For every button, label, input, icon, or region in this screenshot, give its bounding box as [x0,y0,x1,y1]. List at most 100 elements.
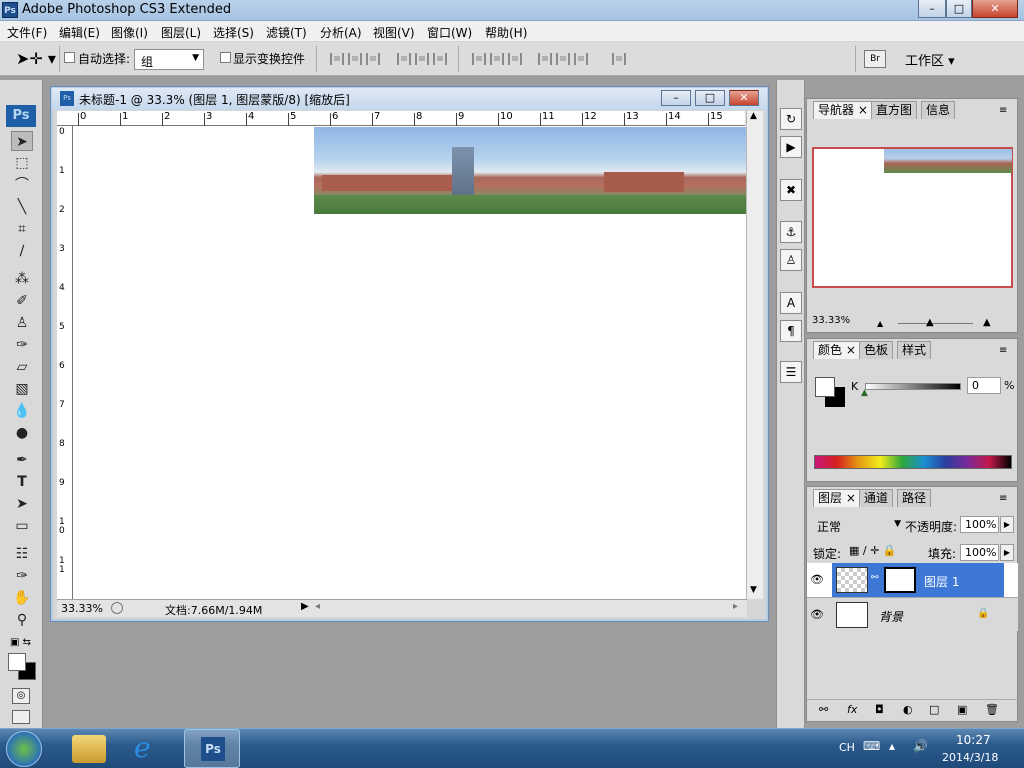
distribute-vcenter-icon[interactable] [490,53,504,65]
menu-filter[interactable]: 滤镜(T) [266,24,307,41]
menu-view[interactable]: 视图(V) [373,24,415,41]
doc-maximize-button[interactable]: □ [695,90,725,106]
clone-stamp-tool-icon[interactable]: ♙ [11,313,33,333]
menu-help[interactable]: 帮助(H) [485,24,527,41]
align-left-icon[interactable] [397,53,411,65]
menu-file[interactable]: 文件(F) [7,24,47,41]
path-selection-tool-icon[interactable]: ➤ [11,494,33,514]
pen-tool-icon[interactable]: ✒ [11,450,33,470]
align-vcenter-icon[interactable] [348,53,362,65]
tool-presets-icon[interactable]: ✖ [780,179,802,201]
scroll-up-icon[interactable]: ▲ [750,111,757,121]
doc-minimize-button[interactable]: – [661,90,691,106]
fill-arrow-icon[interactable]: ▶ [1000,544,1014,561]
k-slider[interactable] [865,383,961,390]
type-tool-icon[interactable]: T [11,472,33,492]
start-button[interactable] [6,731,42,767]
k-slider-thumb[interactable]: ▲ [861,388,868,398]
chain-icon[interactable]: ⚯ [871,573,879,583]
lock-icons[interactable]: ▦ ∕ ✛ 🔒 [849,544,897,557]
move-tool-preset-icon[interactable]: ➤✛ ▾ [16,49,56,68]
history-icon[interactable]: ↻ [780,108,802,130]
tab-histogram[interactable]: 直方图 [871,101,918,119]
character-icon[interactable]: A [780,292,802,314]
gradient-tool-icon[interactable]: ▧ [11,379,33,399]
actions-icon[interactable]: ▶ [780,136,802,158]
notes-icon[interactable]: ☰ [780,361,802,383]
tab-channels[interactable]: 通道 [859,489,894,507]
color-ramp[interactable] [814,455,1012,469]
status-icon[interactable] [111,602,123,614]
dodge-tool-icon[interactable]: ● [11,423,33,443]
align-right-icon[interactable] [433,53,447,65]
eye-icon[interactable]: 👁 [810,608,824,621]
magic-wand-tool-icon[interactable]: ╲ [11,197,33,217]
new-layer-icon[interactable]: ▣ [957,703,967,716]
ps-logo[interactable]: Ps [6,105,36,127]
slice-tool-icon[interactable]: ∕ [11,241,33,261]
vertical-scrollbar[interactable]: ▲ ▼ [746,111,763,599]
clone-source-icon[interactable]: ♙ [780,249,802,271]
move-tool-icon[interactable]: ➤ [11,131,33,151]
align-hcenter-icon[interactable] [415,53,429,65]
show-transform-checkbox[interactable] [220,52,231,66]
scroll-right-icon[interactable]: ▸ [733,601,738,612]
menu-analysis[interactable]: 分析(A) [320,24,362,41]
distribute-left-icon[interactable] [538,53,552,65]
navigator-preview[interactable] [812,147,1013,288]
fill-input[interactable]: 100% [960,544,999,561]
tray-arrow-icon[interactable]: ▴ [889,739,895,753]
zoom-out-icon[interactable]: ▲ [877,319,883,328]
panel-menu-icon[interactable]: ≡ [999,105,1007,116]
doc-close-button[interactable]: ✕ [729,90,759,106]
layer-row-background[interactable]: 👁 背景 🔒 [807,597,1018,631]
lasso-tool-icon[interactable]: ⌒ [11,175,33,195]
eye-icon[interactable]: 👁 [810,573,824,586]
auto-select-checkbox[interactable] [64,52,75,66]
input-language[interactable]: CH [839,741,855,754]
new-group-icon[interactable]: □ [929,703,939,716]
align-top-icon[interactable] [330,53,344,65]
zoom-slider[interactable] [898,323,973,324]
scroll-down-icon[interactable]: ▼ [750,585,757,595]
volume-icon[interactable]: 🔊 [913,739,928,753]
layer-row-layer1[interactable]: 👁 ⚯ 图层 1 [807,563,1018,597]
distribute-bottom-icon[interactable] [508,53,522,65]
menu-image[interactable]: 图像(I) [111,24,148,41]
notes-tool-icon[interactable]: ☷ [11,544,33,564]
fx-icon[interactable]: fx [847,703,857,716]
zoom-slider-thumb[interactable]: ▲ [926,317,934,328]
zoom-level[interactable]: 33.33% [61,602,103,615]
menu-window[interactable]: 窗口(W) [427,24,472,41]
crop-tool-icon[interactable]: ⌗ [11,219,33,239]
brush-tool-icon[interactable]: ✐ [11,291,33,311]
history-brush-tool-icon[interactable]: ✑ [11,335,33,355]
menu-select[interactable]: 选择(S) [213,24,254,41]
auto-select-dropdown[interactable]: 组 ▼ [134,49,204,70]
tab-info[interactable]: 信息 [921,101,956,119]
eraser-tool-icon[interactable]: ▱ [11,357,33,377]
navigator-zoom-value[interactable]: 33.33% [812,315,850,326]
explorer-icon[interactable] [72,735,106,763]
paragraph-icon[interactable]: ¶ [780,320,802,342]
foreground-color-swatch[interactable] [8,653,26,671]
close-button[interactable]: ✕ [972,0,1018,18]
k-value-input[interactable]: 0 [967,377,1001,394]
distribute-top-icon[interactable] [472,53,486,65]
screen-mode-icon[interactable] [12,710,30,724]
zoom-tool-icon[interactable]: ⚲ [11,610,33,630]
photoshop-taskbar-button[interactable]: Ps [184,729,240,768]
shape-tool-icon[interactable]: ▭ [11,516,33,536]
link-layers-icon[interactable]: ⚯ [819,703,828,716]
menu-layer[interactable]: 图层(L) [161,24,201,41]
blend-mode-dropdown[interactable]: 正常 ▼ [813,517,903,535]
color-fg-swatch[interactable] [815,377,835,397]
campus-panorama-image[interactable] [314,127,746,214]
panel-menu-icon[interactable]: ≡ [999,345,1007,356]
marquee-tool-icon[interactable]: ⬚ [11,153,33,173]
workspace-button[interactable]: 工作区 ▾ [905,50,955,69]
tab-styles[interactable]: 样式 [897,341,932,359]
tab-navigator[interactable]: 导航器 × [813,101,873,119]
hand-tool-icon[interactable]: ✋ [11,588,33,608]
menu-edit[interactable]: 编辑(E) [59,24,100,41]
